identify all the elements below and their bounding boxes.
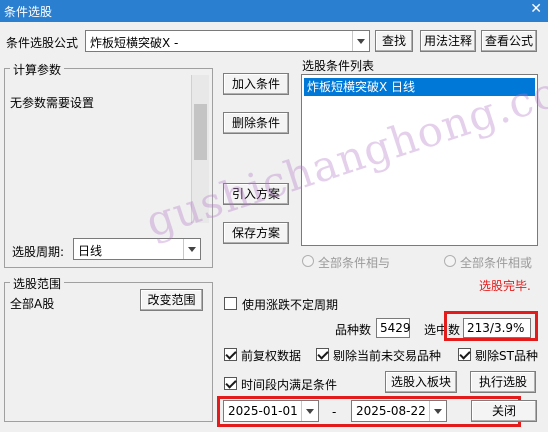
date-separator: - (332, 405, 337, 419)
title-bar: 条件选股 ✕ (0, 0, 548, 22)
selected-highlight-box (444, 311, 538, 341)
window-title: 条件选股 (4, 5, 53, 19)
conditions-title: 选股条件列表 (302, 59, 375, 73)
scroll-thumb[interactable] (194, 104, 207, 160)
end-date-picker[interactable]: 2025-08-22 (351, 400, 447, 422)
forward-adjusted-checkbox[interactable] (224, 348, 237, 361)
or-radio[interactable] (444, 255, 456, 267)
time-range-label: 时间段内满足条件 (241, 378, 338, 392)
unfixed-period-label: 使用涨跌不定周期 (242, 298, 339, 312)
or-radio-label: 全部条件相或 (460, 256, 533, 270)
status-text: 选股完毕. (479, 279, 531, 293)
import-plan-button[interactable]: 引入方案 (223, 183, 289, 205)
add-to-block-button[interactable]: 选股入板块 (385, 371, 457, 393)
find-button[interactable]: 查找 (375, 30, 413, 52)
close-icon[interactable]: ✕ (530, 1, 542, 17)
chevron-down-icon[interactable] (352, 31, 369, 51)
exclude-untraded-label: 剔除当前未交易品种 (333, 349, 442, 363)
add-condition-button[interactable]: 加入条件 (223, 73, 289, 95)
scope-title: 选股范围 (10, 275, 65, 292)
params-scrollbar[interactable] (191, 75, 209, 223)
period-value: 日线 (78, 244, 103, 258)
view-formula-button[interactable]: 查看公式 (481, 30, 537, 52)
chevron-down-icon[interactable] (183, 239, 200, 259)
exclude-st-label: 剔除ST品种 (475, 349, 538, 363)
usage-notes-button[interactable]: 用法注释 (420, 30, 476, 52)
exclude-untraded-checkbox[interactable] (316, 348, 329, 361)
formula-select[interactable]: 炸板短横突破X - (85, 30, 370, 52)
chevron-down-icon[interactable] (301, 401, 318, 421)
exclude-st-checkbox[interactable] (458, 348, 471, 361)
calc-params-title: 计算参数 (10, 61, 65, 78)
save-plan-button[interactable]: 保存方案 (223, 222, 289, 244)
delete-condition-button[interactable]: 删除条件 (223, 112, 289, 134)
and-radio-label: 全部条件相与 (318, 256, 391, 270)
chevron-down-icon[interactable] (429, 401, 446, 421)
run-selection-button[interactable]: 执行选股 (470, 371, 536, 393)
end-date-value: 2025-08-22 (356, 404, 426, 418)
count-field: 5429 (376, 318, 411, 338)
unfixed-period-checkbox[interactable] (224, 297, 237, 310)
formula-value: 炸板短横突破X - (90, 36, 179, 50)
list-item[interactable]: 炸板短横突破X 日线 (304, 78, 535, 96)
close-button[interactable]: 关闭 (471, 400, 537, 422)
period-select[interactable]: 日线 (73, 238, 201, 260)
formula-label: 条件选股公式 (6, 36, 79, 50)
params-text: 无参数需要设置 (10, 96, 95, 110)
period-label: 选股周期: (12, 245, 65, 259)
count-label: 品种数 (335, 323, 372, 337)
start-date-value: 2025-01-01 (228, 404, 298, 418)
forward-adjusted-label: 前复权数据 (241, 349, 302, 363)
change-scope-button[interactable]: 改变范围 (140, 289, 203, 311)
start-date-picker[interactable]: 2025-01-01 (223, 400, 319, 422)
and-radio[interactable] (302, 255, 314, 267)
conditions-list[interactable]: 炸板短横突破X 日线 (301, 74, 538, 246)
scope-value: 全部A股 (10, 297, 55, 311)
time-range-checkbox[interactable] (224, 377, 237, 390)
